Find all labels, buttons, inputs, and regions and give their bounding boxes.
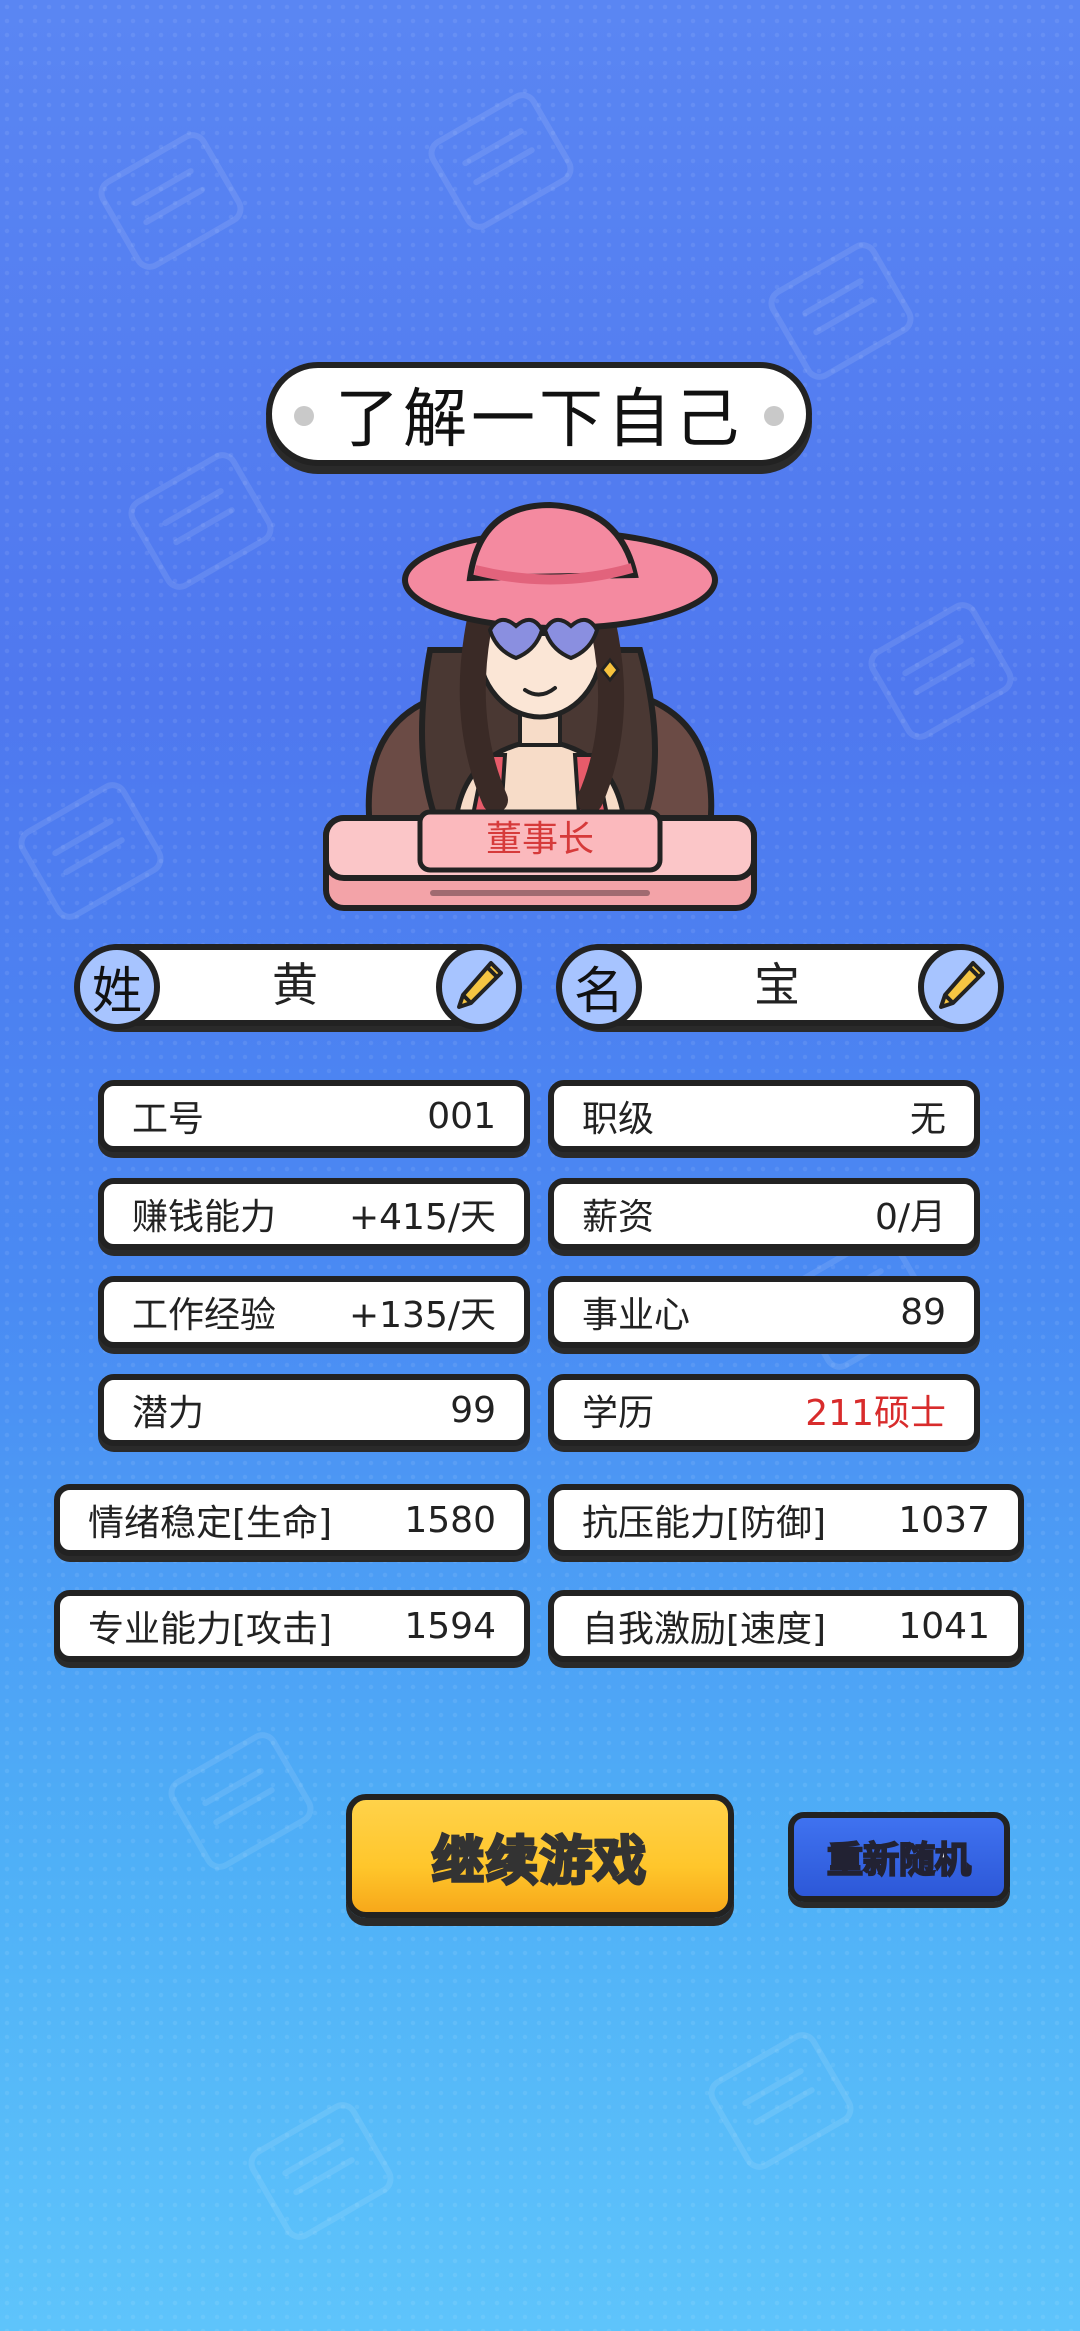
stat-value: +135/天 bbox=[348, 1295, 496, 1336]
stat-employee-id: 工号 001 bbox=[98, 1080, 530, 1152]
surname-label: 姓 bbox=[74, 944, 160, 1030]
stat-label: 事业心 bbox=[582, 1295, 691, 1336]
attr-hp: 情绪稳定[生命] 1580 bbox=[54, 1484, 530, 1556]
title-dot-right bbox=[764, 406, 784, 426]
page-title: 了解一下自己 bbox=[335, 383, 743, 457]
attr-value: 1580 bbox=[404, 1499, 496, 1541]
stat-label: 工作经验 bbox=[132, 1295, 277, 1336]
attr-label: 专业能力[攻击] bbox=[88, 1609, 333, 1650]
page-title-banner: 了解一下自己 bbox=[266, 362, 812, 466]
reroll-button[interactable]: 重新随机 bbox=[788, 1812, 1010, 1902]
surname-field[interactable]: 姓 黄 bbox=[74, 944, 522, 1030]
stat-value: 无 bbox=[909, 1099, 946, 1140]
edit-surname-button[interactable] bbox=[436, 944, 522, 1030]
stat-label: 工号 bbox=[132, 1099, 205, 1140]
stat-label: 学历 bbox=[582, 1393, 655, 1434]
stat-value: +415/天 bbox=[348, 1197, 496, 1238]
stat-rank: 职级 无 bbox=[548, 1080, 980, 1152]
stat-value: 99 bbox=[450, 1389, 496, 1431]
stat-potential: 潜力 99 bbox=[98, 1374, 530, 1446]
stat-label: 职级 bbox=[582, 1099, 655, 1140]
stat-value: 0/月 bbox=[874, 1197, 946, 1238]
stat-education: 学历 211硕士 bbox=[548, 1374, 980, 1446]
stat-ambition: 事业心 89 bbox=[548, 1276, 980, 1348]
stat-value: 211硕士 bbox=[805, 1393, 946, 1434]
given-name-value: 宝 bbox=[754, 958, 800, 1012]
pencil-icon bbox=[933, 957, 989, 1017]
stat-value: 89 bbox=[900, 1291, 946, 1333]
attr-speed: 自我激励[速度] 1041 bbox=[548, 1590, 1024, 1662]
given-name-field[interactable]: 名 宝 bbox=[556, 944, 1004, 1030]
stat-label: 潜力 bbox=[132, 1393, 205, 1434]
stat-label: 赚钱能力 bbox=[132, 1197, 277, 1238]
background-pattern bbox=[0, 0, 1080, 2331]
stat-label: 薪资 bbox=[582, 1197, 655, 1238]
pencil-icon bbox=[451, 957, 507, 1017]
attr-attack: 专业能力[攻击] 1594 bbox=[54, 1590, 530, 1662]
attr-value: 1041 bbox=[898, 1605, 990, 1647]
attr-label: 情绪稳定[生命] bbox=[88, 1503, 333, 1544]
job-title-plate: 董事长 bbox=[485, 819, 594, 860]
attr-label: 抗压能力[防御] bbox=[582, 1503, 827, 1544]
attr-defense: 抗压能力[防御] 1037 bbox=[548, 1484, 1024, 1556]
stat-experience: 工作经验 +135/天 bbox=[98, 1276, 530, 1348]
given-name-label: 名 bbox=[556, 944, 642, 1030]
surname-value: 黄 bbox=[272, 958, 318, 1012]
stat-earning: 赚钱能力 +415/天 bbox=[98, 1178, 530, 1250]
edit-given-name-button[interactable] bbox=[918, 944, 1004, 1030]
stat-value: 001 bbox=[427, 1095, 496, 1137]
continue-game-button[interactable]: 继续游戏 bbox=[346, 1794, 734, 1918]
attr-label: 自我激励[速度] bbox=[582, 1609, 827, 1650]
attr-value: 1037 bbox=[898, 1499, 990, 1541]
attr-value: 1594 bbox=[404, 1605, 496, 1647]
title-dot-left bbox=[294, 406, 314, 426]
stat-salary: 薪资 0/月 bbox=[548, 1178, 980, 1250]
